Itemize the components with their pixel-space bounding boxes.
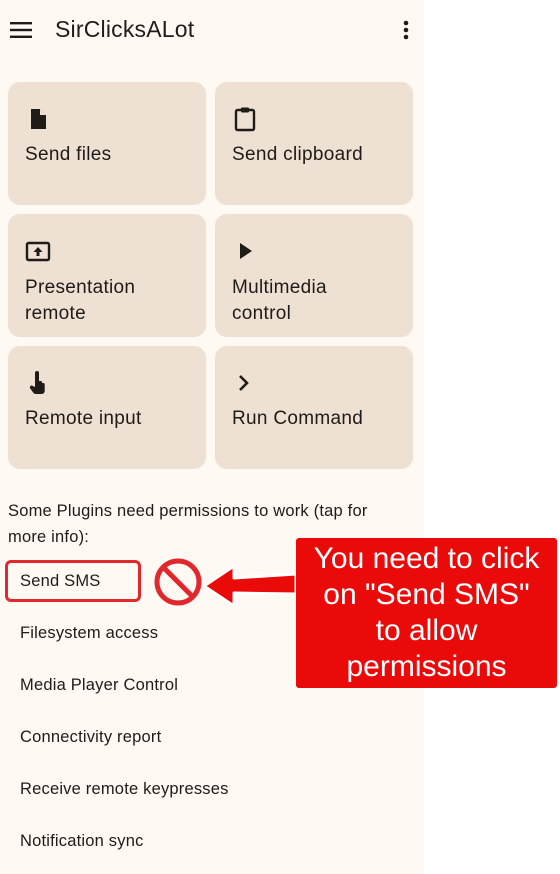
app-title: SirClicksALot (55, 16, 195, 42)
more-vert-icon (403, 20, 409, 40)
card-label: Send clipboard (232, 144, 363, 165)
annotation-line: You need to click (313, 542, 540, 575)
card-label: Run Command (232, 408, 364, 429)
card-label: Remote input (25, 408, 142, 429)
app-screen: SirClicksALot Send files Send clipboard (0, 0, 424, 874)
card-presentation-remote[interactable]: Presentation remote (8, 214, 206, 337)
menu-button[interactable] (8, 17, 34, 43)
permission-filesystem-access[interactable]: Filesystem access (20, 624, 158, 643)
card-multimedia-control[interactable]: Multimedia control (215, 214, 413, 337)
more-options-button[interactable] (392, 17, 420, 43)
arrow-icon (202, 564, 298, 608)
annotation-line: to allow (375, 614, 478, 647)
touch-icon (29, 371, 45, 394)
permission-connectivity-report[interactable]: Connectivity report (20, 728, 161, 747)
play-icon (240, 243, 252, 259)
hamburger-icon (10, 22, 32, 38)
card-send-clipboard[interactable]: Send clipboard (215, 82, 413, 205)
chevron-right-icon (239, 375, 249, 391)
file-icon (31, 109, 46, 129)
presentation-icon (25, 241, 51, 262)
card-label: Send files (25, 144, 112, 165)
clipboard-icon (234, 107, 256, 132)
top-app-bar: SirClicksALot (0, 0, 424, 62)
card-run-command[interactable]: Run Command (215, 346, 413, 469)
card-label-line1: Multimedia (232, 277, 327, 298)
highlight-box (5, 560, 141, 602)
card-send-files[interactable]: Send files (8, 82, 206, 205)
no-entry-icon (154, 558, 202, 606)
annotation-callout: You need to click on "Send SMS" to allow… (296, 538, 557, 688)
permission-receive-remote-keypresses[interactable]: Receive remote keypresses (20, 780, 229, 799)
card-label-line2: remote (25, 303, 86, 324)
annotation-line: permissions (346, 650, 507, 683)
card-label-line1: Presentation (25, 277, 136, 298)
permission-notification-sync[interactable]: Notification sync (20, 832, 144, 851)
card-remote-input[interactable]: Remote input (8, 346, 206, 469)
annotation-line: on "Send SMS" (323, 578, 530, 611)
card-label-line2: control (232, 303, 292, 324)
permission-media-player-control[interactable]: Media Player Control (20, 676, 178, 695)
